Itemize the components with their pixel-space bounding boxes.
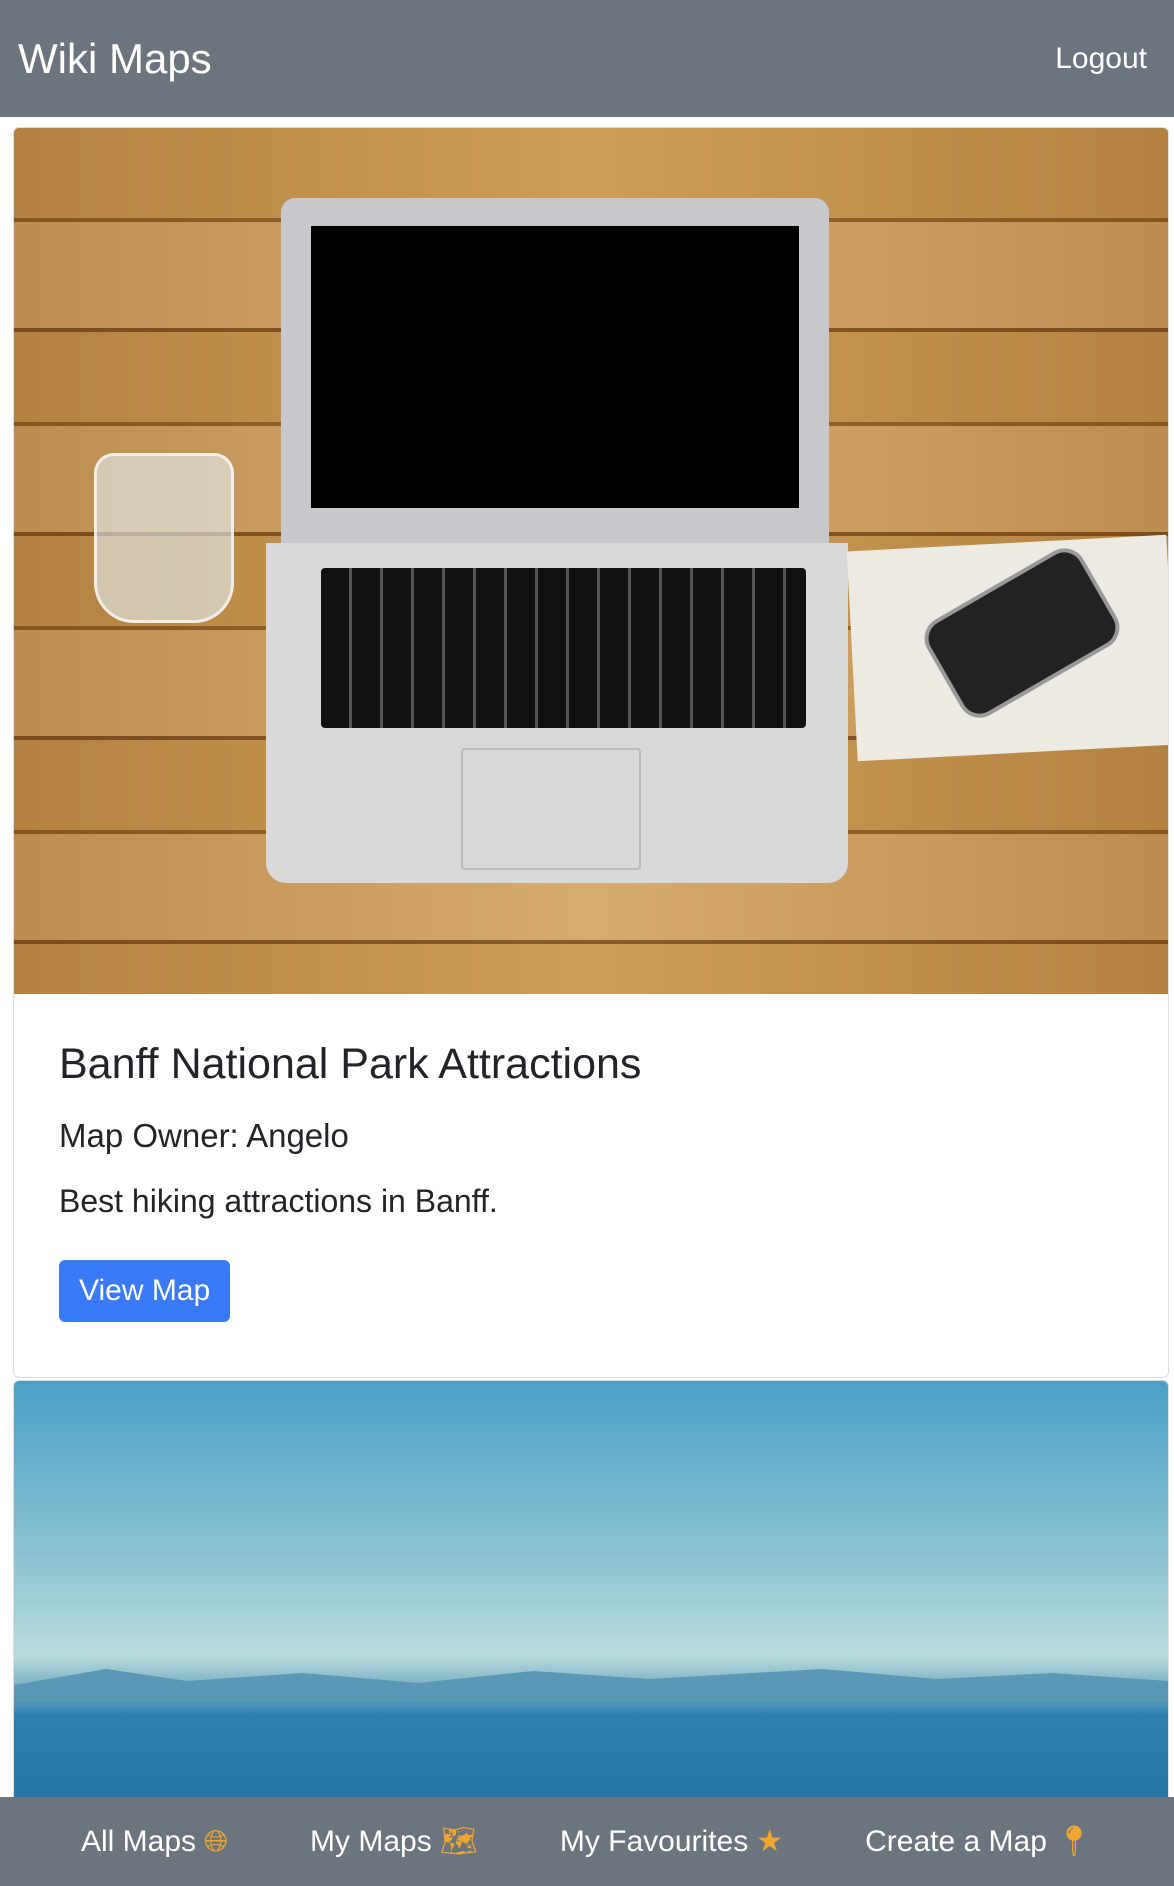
card-description: Best hiking attractions in Banff. (59, 1183, 498, 1219)
bottom-navbar: All Maps 🌐︎ My Maps 🗺︎ My Favourites ★ Crea… (0, 1797, 1174, 1886)
laptop-lid (281, 198, 829, 543)
view-map-button[interactable]: View Map (59, 1260, 231, 1322)
glass-shape (94, 453, 234, 623)
globe-icon: 🌐︎ (204, 1824, 229, 1858)
nav-label: My Favourites (559, 1824, 749, 1858)
map-pin-icon: 📍︎ (1054, 1825, 1093, 1858)
nav-my-maps[interactable]: My Maps 🗺︎ (310, 1824, 478, 1859)
map-owner: Map Owner: Angelo (59, 1117, 349, 1154)
nav-create-map[interactable]: Create a Map 📍︎ (865, 1824, 1093, 1859)
nav-all-maps[interactable]: All Maps 🌐︎ (81, 1825, 228, 1859)
map-card: Banff National Park Attractions Map Owne… (13, 127, 1169, 1378)
card-title: Banff National Park Attractions (59, 1040, 642, 1088)
star-icon: ★ (756, 1825, 784, 1858)
top-navbar: Wiki Maps Logout (0, 0, 1174, 117)
nav-label: My Maps (310, 1824, 432, 1858)
map-marked-icon: 🗺︎ (439, 1825, 478, 1858)
nav-my-favourites[interactable]: My Favourites ★ (560, 1824, 783, 1859)
card-image (14, 128, 1168, 994)
nav-label: All Maps (81, 1824, 197, 1858)
logout-link[interactable]: Logout (1055, 42, 1147, 76)
brand-title[interactable]: Wiki Maps (18, 35, 212, 83)
nav-label: Create a Map (865, 1824, 1047, 1858)
laptop-base (266, 543, 848, 883)
